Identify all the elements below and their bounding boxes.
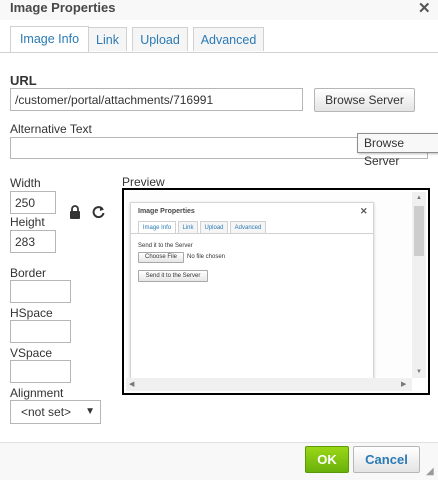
mini-send-button: Send it to the Server: [138, 270, 208, 282]
ok-button[interactable]: OK: [305, 446, 349, 473]
mini-choose-file-button: Choose File: [138, 252, 184, 263]
preview-label: Preview: [122, 175, 165, 189]
mini-tab: Link: [178, 221, 198, 233]
scroll-down-icon[interactable]: ▼: [416, 369, 422, 375]
browse-server-button[interactable]: Browse Server: [314, 88, 415, 112]
border-input[interactable]: [10, 280, 71, 303]
tab-divider: [0, 52, 438, 53]
mini-close-icon: ✕: [360, 206, 368, 216]
lock-icon[interactable]: [69, 205, 81, 219]
alignment-select[interactable]: <not set> ▼: [10, 400, 101, 424]
mini-tab: Advanced: [230, 221, 266, 233]
mini-tab: Upload: [200, 221, 228, 233]
mini-tab-divider: [131, 233, 373, 234]
browse-server-tooltip: Browse Server: [357, 133, 438, 168]
mini-no-file-text: No file chosen: [187, 254, 226, 260]
preview-vertical-scroll-thumb[interactable]: [414, 206, 424, 256]
mini-tab: Image Info: [138, 221, 176, 233]
scroll-up-icon[interactable]: ▲: [416, 195, 422, 201]
border-label: Border: [10, 266, 47, 280]
width-label: Width: [10, 176, 41, 190]
preview-horizontal-scrollbar[interactable]: [126, 378, 412, 391]
tab-advanced[interactable]: Advanced: [193, 27, 264, 51]
alignment-label: Alignment: [10, 386, 64, 400]
tab-link[interactable]: Link: [88, 27, 127, 51]
scroll-left-icon[interactable]: ◀: [129, 380, 134, 388]
preview-image: Image Properties ✕ Image Info Link Uploa…: [130, 202, 374, 382]
tab-image-info[interactable]: Image Info: [10, 26, 89, 52]
reset-icon[interactable]: [92, 205, 105, 219]
dialog-title: Image Properties: [10, 0, 116, 15]
alt-text-label: Alternative Text: [10, 122, 92, 136]
height-input[interactable]: [10, 230, 56, 253]
hspace-label: HSpace: [10, 306, 53, 320]
mini-send-label: Send it to the Server: [138, 243, 193, 249]
close-icon[interactable]: ✕: [418, 0, 431, 17]
mini-title: Image Properties: [138, 208, 195, 215]
url-input[interactable]: [10, 88, 303, 111]
height-label: Height: [10, 215, 45, 229]
scroll-right-icon[interactable]: ▶: [401, 380, 406, 388]
tab-upload[interactable]: Upload: [132, 27, 188, 51]
vspace-label: VSpace: [10, 346, 53, 360]
hspace-input[interactable]: [10, 320, 71, 343]
chevron-down-icon: ▼: [85, 406, 95, 417]
url-label: URL: [10, 73, 37, 88]
cancel-button[interactable]: Cancel: [353, 446, 420, 473]
vspace-input[interactable]: [10, 360, 71, 383]
alignment-value: <not set>: [21, 405, 72, 419]
preview-frame: Image Properties ✕ Image Info Link Uploa…: [122, 188, 430, 395]
resize-handle-icon[interactable]: ◢: [426, 466, 434, 477]
width-input[interactable]: [10, 191, 56, 214]
